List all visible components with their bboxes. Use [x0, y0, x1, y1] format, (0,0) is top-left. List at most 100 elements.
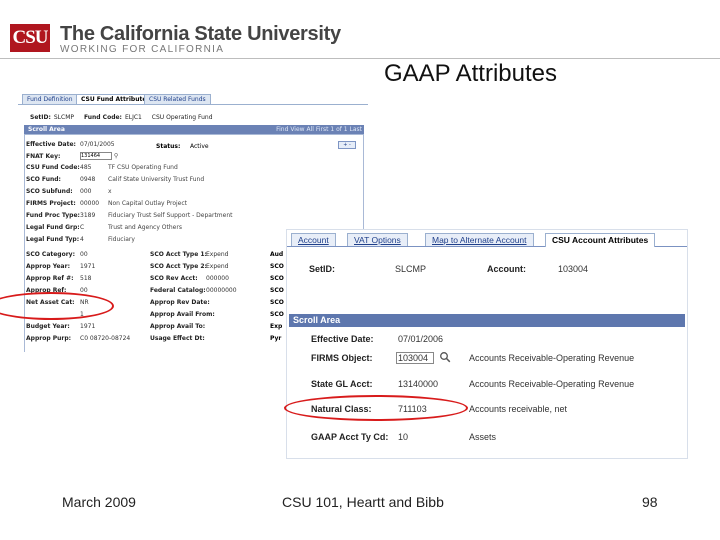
row-fund-proc-type: Fund Proc Type:3189 Fiduciary Trust Self … — [26, 212, 233, 220]
row-csu-fund-code: CSU Fund Code:485 TF CSU Operating Fund — [26, 164, 178, 172]
university-tagline: WORKING FOR CALIFORNIA — [60, 44, 225, 55]
field-value: 00000000 — [206, 287, 237, 294]
tab-vat-options[interactable]: VAT Options — [347, 233, 408, 246]
edge-col-label: Exp — [270, 323, 283, 330]
setid-value: SLCMP — [53, 114, 75, 121]
fund-code-value: ELJC1 — [124, 114, 142, 121]
field-label: Effective Date: — [26, 141, 76, 148]
field-label: SCO Category: — [26, 251, 75, 258]
field-label: CSU Fund Code: — [26, 164, 80, 171]
row-firms-project: FIRMS Project: 00000 Non Capital Outlay Pr… — [26, 200, 187, 208]
field-label: Approp Year: — [26, 263, 70, 270]
field-label: Approp Purp: — [26, 335, 72, 342]
edge-col-label: Pyr — [270, 335, 282, 342]
setid-value: SLCMP — [395, 264, 427, 274]
account-value: 103004 — [558, 264, 589, 274]
field-value: C0 08720-08724 — [80, 335, 131, 342]
field-value: 4 — [80, 236, 84, 243]
field-desc: TF CSU Operating Fund — [108, 164, 178, 171]
field-label: Fund Proc Type: — [26, 212, 80, 219]
field-value: 518 — [80, 275, 92, 282]
row-legal-fund-grp: Legal Fund Grp:C Trust and Agency Others — [26, 224, 182, 232]
field-value: 000000 — [206, 275, 229, 282]
row-sco-fund: SCO Fund: 0948 Calif State University Trus… — [26, 176, 204, 184]
status-value: Active — [190, 143, 209, 150]
row-approp-ref-num: Approp Ref #: 518 — [26, 275, 108, 283]
fund-name: CSU Operating Fund — [151, 114, 213, 121]
field-value: 3189 — [80, 212, 96, 219]
field-value: 07/01/2005 — [80, 141, 115, 148]
field-value: 00 — [80, 251, 88, 258]
firms-object-label: FIRMS Object: — [311, 353, 373, 363]
row-approp-year: Approp Year: 1971 — [26, 263, 108, 271]
field-label: Approp Ref #: — [26, 275, 74, 282]
footer-date: March 2009 — [62, 494, 136, 510]
field-label: Approp Avail To: — [150, 323, 206, 330]
tab-csu-related-funds[interactable]: CSU Related Funds — [144, 94, 211, 104]
tab-map-alternate-account[interactable]: Map to Alternate Account — [425, 233, 534, 246]
field-label: Approp Avail From: — [150, 311, 215, 318]
row-effective-date: Effective Date: 07/01/2005 — [26, 141, 115, 149]
edge-col-label: SCO — [270, 287, 284, 294]
field-label: SCO Acct Type 2: — [150, 263, 207, 270]
row-federal-catalog: Federal Catalog:00000000 — [150, 287, 237, 295]
field-label: Budget Year: — [26, 323, 70, 330]
account-label: Account: — [487, 264, 526, 274]
row-sco-subfund: SCO Subfund: 000 x — [26, 188, 112, 196]
state-gl-acct-value: 13140000 — [398, 379, 439, 389]
field-value: 1971 — [80, 263, 96, 270]
field-value: C — [80, 224, 85, 231]
setid-label: SetID: — [30, 114, 51, 121]
search-icon[interactable]: ⚲ — [114, 153, 118, 160]
field-desc: Calif State University Trust Fund — [108, 176, 205, 183]
gaap-acct-ty-cd-label: GAAP Acct Ty Cd: — [311, 432, 389, 442]
effective-date-label: Effective Date: — [311, 334, 374, 344]
edge-col-label: SCO — [270, 299, 284, 306]
scroll-nav[interactable]: Find View All First 1 of 1 Last — [276, 126, 362, 133]
effective-date-value: 07/01/2006 — [398, 334, 444, 344]
tab-csu-account-attributes[interactable]: CSU Account Attributes — [545, 233, 656, 247]
natural-class-highlight-oval — [284, 395, 468, 421]
field-label: Approp Rev Date: — [150, 299, 210, 306]
field-value: Expend — [206, 251, 229, 258]
tab-account[interactable]: Account — [291, 233, 336, 246]
scroll-area-header: Scroll Area — [289, 314, 685, 327]
field-value: 000 — [80, 188, 92, 195]
gaap-acct-ty-cd-value: 10 — [398, 432, 409, 442]
row-sco-acct-type-1: SCO Acct Type 1:Expend — [150, 251, 228, 259]
account-tabs: Account VAT Options Map to Alternate Acc… — [287, 230, 687, 247]
row-approp-purp: Approp Purp: C0 08720-08724 — [26, 335, 131, 343]
row-approp-rev-date: Approp Rev Date: — [150, 299, 210, 307]
row-sco-category: SCO Category: 00 — [26, 251, 108, 259]
slide-title: GAAP Attributes — [384, 60, 557, 87]
tab-fund-definition[interactable]: Fund Definition — [22, 94, 78, 104]
edge-col-label: SCO — [270, 275, 284, 282]
row-budget-year: Budget Year: 1971 — [26, 323, 108, 331]
status-label: Status: — [156, 143, 181, 150]
add-remove-row-buttons[interactable]: + - — [338, 141, 356, 149]
firms-object-desc: Accounts Receivable-Operating Revenue — [469, 353, 635, 363]
field-label: SCO Fund: — [26, 176, 61, 183]
row-sco-acct-type-2: SCO Acct Type 2:Expend — [150, 263, 228, 271]
field-desc: Non Capital Outlay Project — [108, 200, 188, 207]
state-gl-acct-desc: Accounts Receivable-Operating Revenue — [469, 379, 635, 389]
row-legal-fund-typ: Legal Fund Typ:4 Fiduciary — [26, 236, 135, 244]
slide-header: CSU The California State University WORK… — [0, 0, 720, 62]
field-value: Expend — [206, 263, 229, 270]
field-label: Legal Fund Grp: — [26, 224, 80, 231]
natural-class-desc: Accounts receivable, net — [469, 404, 568, 414]
field-label: FNAT Key: — [26, 152, 61, 160]
row-approp-avail-from: Approp Avail From: — [150, 311, 215, 319]
account-attributes-screenshot: Account VAT Options Map to Alternate Acc… — [287, 230, 687, 458]
field-label: SCO Subfund: — [26, 188, 73, 195]
edge-col-label: Aud — [270, 251, 284, 258]
university-name: The California State University — [60, 23, 341, 45]
search-icon[interactable] — [439, 351, 451, 363]
fnat-key-input[interactable]: 131464 — [80, 152, 112, 160]
header-divider — [0, 58, 720, 59]
edge-col-label: SCO — [270, 263, 284, 270]
field-label: Legal Fund Typ: — [26, 236, 80, 243]
status-row: Status: Active — [156, 143, 209, 150]
firms-object-value: 103004 — [398, 353, 429, 363]
field-desc: Trust and Agency Others — [108, 224, 182, 231]
